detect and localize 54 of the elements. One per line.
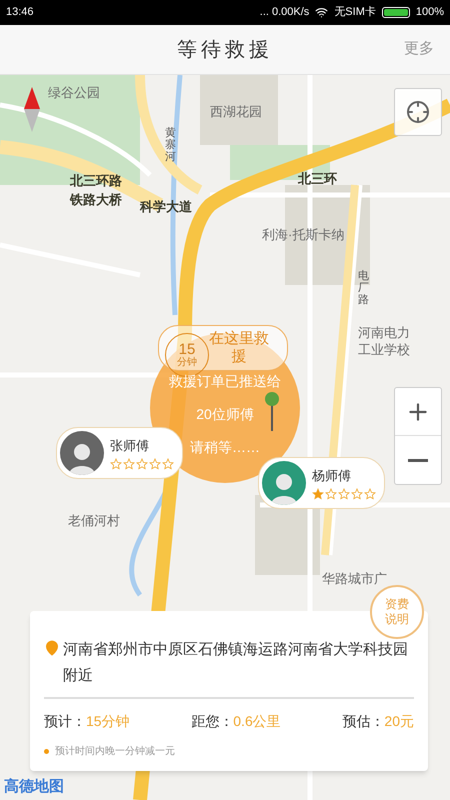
map-label: 老俑河村 [68,512,120,530]
star-icon [136,458,148,470]
map-label: 科学大道 [140,198,192,216]
star-icon [149,458,161,470]
stat-value: 20元 [384,712,414,731]
eta-unit: 分钟 [177,357,197,368]
address-text: 河南省郑州市中原区石佛镇海运路河南省大学科技园附近 [63,640,409,686]
driver-name: 杨师傅 [312,466,352,485]
star-icon [325,488,337,500]
location-pin-icon [264,391,280,431]
battery-icon [382,7,410,18]
star-icon [338,488,350,500]
map-label: 河南电力 [358,324,410,342]
stat-value: 0.6公里 [233,712,281,731]
note-text: 预计时间内晚一分钟减一元 [55,744,175,759]
driver-name: 张师傅 [110,436,150,455]
page-title: 等待救援 [177,38,273,62]
stat-label: 预估： [342,712,384,731]
locate-icon [406,100,430,124]
location-icon [44,640,60,656]
star-icon [351,488,363,500]
dispatch-message: 救援订单已推送给 [169,372,281,391]
map-label: 绿谷公园 [48,84,100,102]
star-icon [110,458,122,470]
compass-icon [24,87,40,132]
dispatch-message: 请稍等…… [190,438,260,457]
map-label: 北三环路 [70,172,122,190]
map-label: 黄寨河 [165,127,176,164]
battery-level: 100% [416,5,444,20]
star-icon [312,488,324,500]
locate-button[interactable] [394,88,442,136]
eta-value: 15 [178,342,196,357]
star-icon [162,458,174,470]
stat-label: 距您： [191,712,234,731]
stat-value: 15分钟 [86,712,130,731]
sim-status: 无SIM卡 [334,5,376,20]
map-label: 电厂路 [358,270,369,306]
stat-label: 预计： [44,712,86,731]
map-label: 西湖花园 [210,103,262,121]
driver-bubble[interactable]: 杨师傅 [258,457,385,509]
map-label: 工业学校 [358,341,410,359]
star-icon [364,488,376,500]
map-label: 北三环 [298,170,337,188]
map-label: 铁路大桥 [70,191,122,209]
network-speed: ... 0.00K/s [260,5,310,20]
map-label: 华路城市广 [322,570,387,588]
minus-icon [408,458,428,462]
driver-bubble[interactable]: 张师傅 [56,427,183,479]
map-label: 利海·托斯卡纳 [262,226,344,244]
clock: 13:46 [6,5,34,20]
map-logo: 高德地图 [4,776,64,796]
star-icon [123,458,135,470]
dispatch-message: 20位师傅 [196,405,254,424]
callout-text: 在这里救援 [208,330,270,366]
